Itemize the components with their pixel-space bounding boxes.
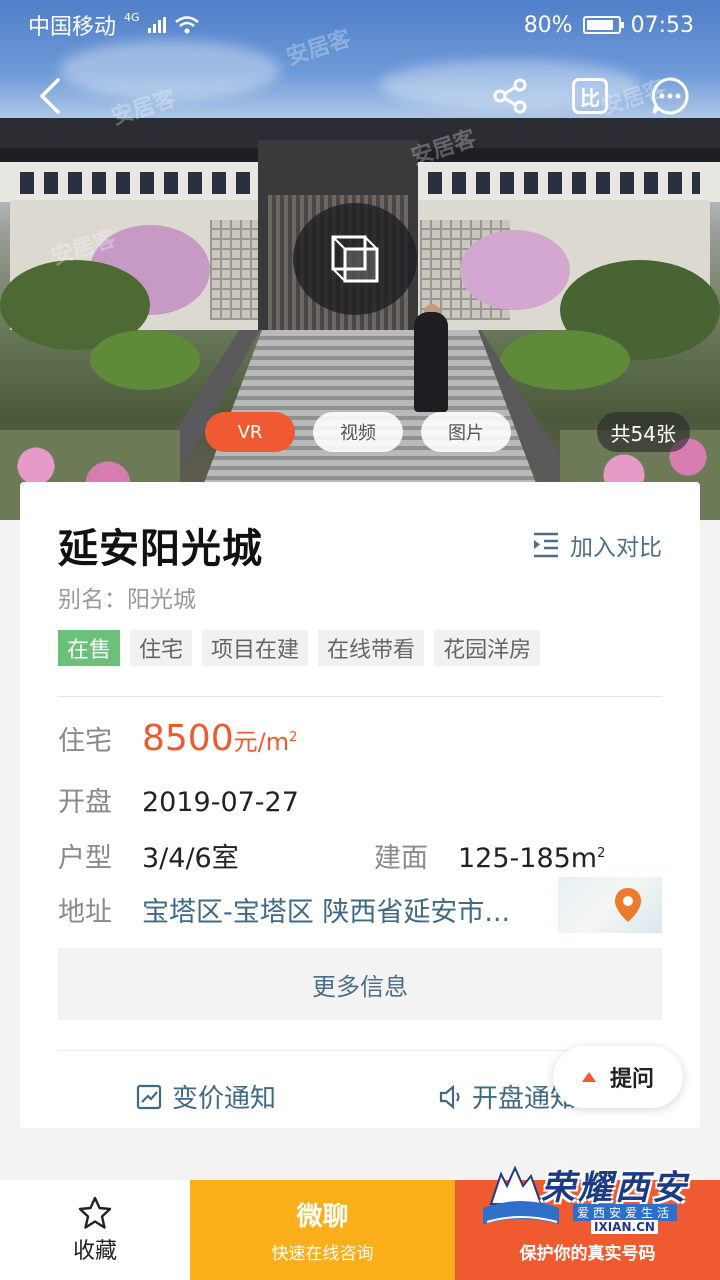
add-compare-button[interactable]: 加入对比 — [532, 528, 662, 562]
favorite-button[interactable]: 收藏 — [0, 1180, 190, 1280]
tag-under-construction: 项目在建 — [202, 630, 309, 666]
star-icon — [78, 1196, 112, 1229]
price-unit: 元/m2 — [233, 728, 298, 756]
area-value: 125-185m2 — [458, 843, 606, 874]
address-row[interactable]: 地址 宝塔区-宝塔区 陕西省延安市... — [58, 890, 510, 929]
ask-label: 提问 — [609, 1067, 654, 1092]
status-bar: 中国移动 4G 80% 07:53 — [0, 0, 720, 50]
chat-bubble-icon — [651, 77, 689, 115]
back-button[interactable] — [26, 72, 74, 120]
price-label: 住宅 — [58, 726, 112, 757]
wifi-icon — [174, 16, 199, 34]
favorite-label: 收藏 — [72, 1239, 117, 1264]
call-button[interactable]: 荣耀西安 爱西安爱生活 IXIAN.CN 保护你的真实号码 — [455, 1165, 720, 1280]
logo-subtitle: 爱西安爱生活 — [573, 1204, 678, 1221]
opening-date: 2019-07-27 — [142, 787, 299, 818]
tab-vr[interactable]: VR — [205, 412, 295, 452]
price-change-notify-button[interactable]: 变价通知 — [136, 1078, 276, 1115]
address-link[interactable]: 宝塔区-宝塔区 陕西省延安市... — [142, 890, 510, 929]
network-type: 4G — [124, 10, 140, 24]
price-change-label: 变价通知 — [172, 1084, 277, 1114]
wechat-title: 微聊 — [296, 1202, 349, 1232]
price-value: 8500 — [142, 718, 234, 759]
compare-button[interactable]: 比 — [566, 72, 614, 120]
opening-date-row: 开盘 2019-07-27 — [58, 780, 299, 819]
signal-icon — [147, 17, 166, 33]
vr-play-button[interactable] — [293, 203, 417, 315]
property-alias: 别名：阳光城 — [58, 587, 196, 613]
layout-label: 户型 — [58, 843, 112, 874]
opening-label: 开盘 — [58, 787, 112, 818]
tag-online-viewing: 在线带看 — [318, 630, 425, 666]
more-info-button[interactable]: 更多信息 — [58, 948, 662, 1020]
property-title: 延安阳光城 — [58, 526, 263, 572]
wechat-subtitle: 快速在线咨询 — [271, 1244, 374, 1264]
share-button[interactable] — [486, 72, 534, 120]
trend-icon — [136, 1084, 162, 1109]
media-tabs: VR 视频 图片 — [205, 412, 511, 452]
divider — [58, 696, 662, 697]
bottom-action-bar: 收藏 微聊 快速在线咨询 荣耀西安 爱西安爱生活 IXIAN.CN 保护你的真实… — [0, 1165, 720, 1280]
address-label: 地址 — [58, 897, 112, 928]
map-thumbnail[interactable] — [558, 877, 662, 933]
property-card: 延安阳光城 加入对比 别名：阳光城 在售 住宅 项目在建 在线带看 花园洋房 住… — [20, 482, 700, 1128]
add-compare-label: 加入对比 — [570, 535, 662, 561]
layout-row: 户型 3/4/6室 建面 125-185m2 — [58, 836, 605, 875]
area-label: 建面 — [374, 843, 428, 874]
tab-video[interactable]: 视频 — [313, 412, 403, 452]
battery-percent: 80% — [523, 12, 573, 38]
logo-url: IXIAN.CN — [591, 1220, 658, 1234]
message-button[interactable] — [646, 72, 694, 120]
tag-on-sale: 在售 — [58, 630, 121, 666]
tag-garden-villa: 花园洋房 — [434, 630, 541, 666]
vr-cube-icon — [331, 235, 379, 283]
tag-list: 在售 住宅 项目在建 在线带看 花园洋房 — [58, 630, 541, 666]
tag-residential: 住宅 — [130, 630, 193, 666]
location-pin-icon — [615, 888, 641, 922]
ask-question-button[interactable]: 提问 — [553, 1046, 683, 1108]
add-list-icon — [534, 532, 558, 558]
caret-up-icon — [581, 1072, 596, 1082]
back-arrow-icon — [39, 78, 60, 114]
layout-value: 3/4/6室 — [142, 843, 239, 874]
site-logo: 荣耀西安 爱西安爱生活 IXIAN.CN — [481, 1160, 696, 1238]
speaker-icon — [439, 1084, 460, 1109]
carrier-label: 中国移动 — [28, 15, 117, 40]
compare-icon: 比 — [572, 78, 608, 114]
call-subtitle: 保护你的真实号码 — [519, 1244, 656, 1264]
wechat-consult-button[interactable]: 微聊 快速在线咨询 — [190, 1180, 455, 1280]
battery-icon — [582, 16, 624, 34]
clock: 07:53 — [630, 12, 694, 38]
price-row: 住宅 8500 元/m2 — [58, 718, 297, 759]
share-icon — [493, 78, 527, 114]
photo-count-badge[interactable]: 共54张 — [596, 412, 690, 452]
tab-photos[interactable]: 图片 — [421, 412, 511, 452]
logo-title: 荣耀西安 — [541, 1168, 689, 1208]
